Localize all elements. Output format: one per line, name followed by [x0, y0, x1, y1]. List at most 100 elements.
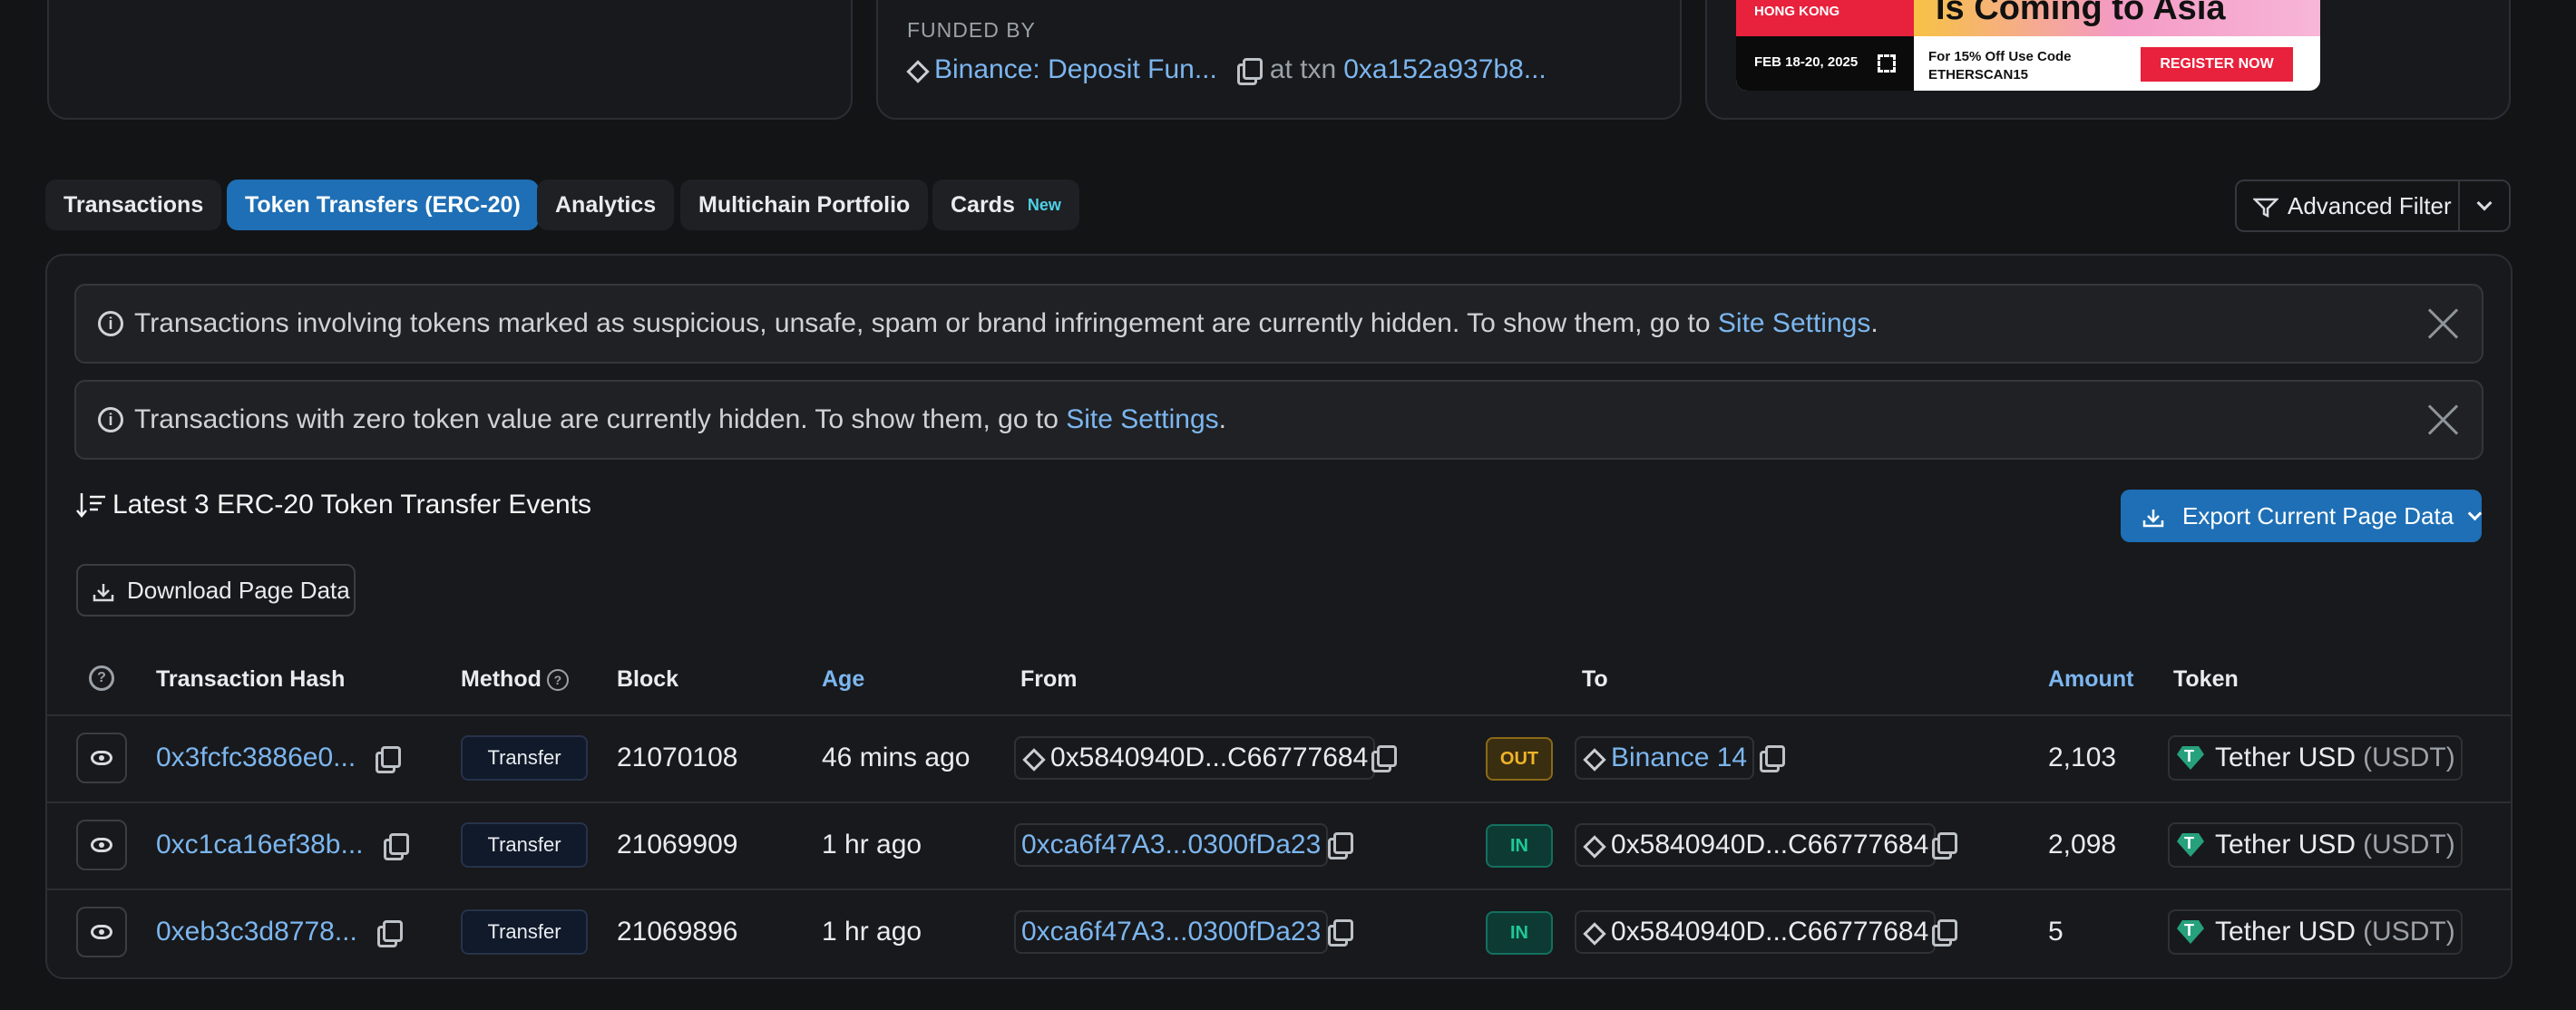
preview-button[interactable] — [76, 820, 127, 870]
txn-hash-link[interactable]: 0xeb3c3d8778... — [156, 917, 357, 947]
funded-by-row: Binance: Deposit Fun... at txn 0xa152a93… — [905, 54, 1547, 85]
preview-button[interactable] — [76, 907, 127, 957]
tab-label: Analytics — [555, 191, 657, 218]
txn-hash-link[interactable]: 0x3fcfc3886e0... — [156, 743, 356, 773]
funded-by-source-link[interactable]: Binance: Deposit Fun... — [934, 54, 1217, 85]
overview-card-left — [47, 0, 853, 120]
method-badge: Transfer — [461, 909, 588, 955]
age-cell: 1 hr ago — [822, 917, 922, 947]
tab-label: Token Transfers (ERC-20) — [245, 191, 521, 218]
method-badge: Transfer — [461, 735, 588, 781]
help-icon[interactable]: ? — [89, 665, 114, 691]
to-address-link[interactable]: Binance 14 — [1611, 743, 1747, 773]
block-link[interactable]: 21069896 — [617, 909, 737, 955]
info-icon: i — [98, 311, 123, 336]
filter-icon — [2251, 196, 2280, 219]
alert-text: Transactions with zero token value are c… — [134, 404, 1067, 434]
copy-icon[interactable] — [1760, 745, 1785, 772]
download-icon — [2142, 506, 2164, 528]
from-address: 0xca6f47A3...0300fDa23 — [1014, 910, 1329, 954]
age-cell: 1 hr ago — [822, 830, 922, 859]
from-address-text[interactable]: 0x5840940D...C66777684 — [1050, 743, 1368, 773]
ad-banner[interactable]: HONG KONG Is Coming to Asia FEB 18-20, 2… — [1736, 0, 2320, 91]
col-from: From — [1020, 666, 1078, 692]
hidden-zero-value-alert: i Transactions with zero token value are… — [74, 380, 2483, 460]
tab-label: Multichain Portfolio — [698, 191, 911, 218]
tab-label: Cards — [951, 191, 1015, 218]
col-amount-toggle[interactable]: Amount — [2048, 666, 2133, 693]
direction-badge-out: OUT — [1486, 737, 1553, 781]
tab-transactions[interactable]: Transactions — [45, 180, 222, 230]
contract-icon — [1021, 747, 1043, 769]
tether-icon — [2175, 833, 2206, 857]
chevron-down-icon — [2467, 506, 2483, 520]
token-link[interactable]: Tether USD (USDT) — [2168, 735, 2463, 781]
block-link[interactable]: 21069909 — [617, 822, 737, 868]
copy-icon[interactable] — [376, 920, 403, 947]
export-current-page-button[interactable]: Export Current Page Data — [2121, 490, 2483, 542]
token-link[interactable]: Tether USD (USDT) — [2168, 909, 2463, 955]
preview-button[interactable] — [76, 733, 127, 783]
advanced-filter-button[interactable]: Advanced Filter — [2235, 180, 2460, 232]
block-link[interactable]: 21070108 — [617, 735, 737, 781]
row-divider — [47, 801, 2511, 803]
copy-icon[interactable] — [1932, 919, 1957, 947]
download-label: Download Page Data — [127, 576, 350, 604]
hash-cell: 0xeb3c3d8778... — [156, 909, 403, 955]
col-age-toggle[interactable]: Age — [822, 666, 864, 693]
advanced-filter-dropdown[interactable] — [2458, 180, 2511, 232]
from-address-link[interactable]: 0xca6f47A3...0300fDa23 — [1021, 830, 1321, 860]
amount-cell: 2,103 — [2048, 743, 2117, 772]
contract-icon — [1582, 834, 1604, 856]
more-info-card: FUNDED BY Binance: Deposit Fun... at txn… — [876, 0, 1682, 120]
method-help-icon[interactable]: ? — [546, 668, 569, 691]
eye-icon — [91, 925, 112, 939]
token-name: Tether USD — [2215, 917, 2356, 947]
copy-icon[interactable] — [1328, 919, 1353, 947]
advanced-filter-label: Advanced Filter — [2288, 191, 2452, 219]
row-divider — [47, 889, 2511, 890]
from-address-link[interactable]: 0xca6f47A3...0300fDa23 — [1021, 917, 1321, 947]
close-icon[interactable] — [2425, 306, 2462, 342]
token-name: Tether USD — [2215, 743, 2356, 772]
tab-multichain-portfolio[interactable]: Multichain Portfolio — [680, 180, 929, 230]
ad-qr-icon — [1878, 54, 1896, 73]
at-txn-label: at txn — [1269, 54, 1337, 84]
col-method-label: Method — [461, 666, 542, 692]
binance-icon — [905, 59, 927, 81]
download-page-data-button[interactable]: Download Page Data — [76, 564, 356, 617]
ad-location: HONG KONG — [1754, 4, 1840, 19]
tab-token-transfers[interactable]: Token Transfers (ERC-20) — [227, 180, 539, 230]
alert-end: . — [1870, 308, 1878, 338]
hidden-suspicious-alert: i Transactions involving tokens marked a… — [74, 284, 2483, 364]
ad-register-button[interactable]: REGISTER NOW — [2141, 47, 2293, 82]
tab-cards[interactable]: Cards New — [932, 180, 1079, 230]
funded-by-label: FUNDED BY — [907, 18, 1036, 42]
hash-cell: 0xc1ca16ef38b... — [156, 822, 409, 868]
copy-icon[interactable] — [1371, 745, 1397, 772]
site-settings-link[interactable]: Site Settings — [1066, 404, 1218, 435]
copy-icon[interactable] — [376, 746, 402, 773]
info-icon: i — [98, 407, 123, 432]
row-divider — [47, 714, 2511, 716]
tab-analytics[interactable]: Analytics — [537, 180, 675, 230]
site-settings-link[interactable]: Site Settings — [1718, 308, 1870, 339]
to-address-text[interactable]: 0x5840940D...C66777684 — [1611, 830, 1928, 860]
copy-icon[interactable] — [1328, 832, 1353, 859]
funded-txn-link[interactable]: 0xa152a937b8... — [1343, 54, 1547, 85]
copy-icon[interactable] — [383, 833, 409, 860]
ad-promo-code: ETHERSCAN15 — [1928, 67, 2029, 83]
to-address: Binance 14 — [1575, 736, 1755, 780]
alert-end: . — [1218, 404, 1226, 434]
txn-hash-link[interactable]: 0xc1ca16ef38b... — [156, 830, 364, 860]
copy-icon[interactable] — [1236, 58, 1263, 85]
amount-cell: 5 — [2048, 917, 2064, 947]
close-icon[interactable] — [2425, 402, 2462, 438]
copy-icon[interactable] — [1932, 832, 1957, 859]
binance-icon — [1582, 747, 1604, 769]
token-symbol: (USDT) — [2363, 743, 2455, 772]
from-address: 0xca6f47A3...0300fDa23 — [1014, 823, 1329, 867]
ad-headline: Is Coming to Asia — [1936, 0, 2226, 27]
to-address-text[interactable]: 0x5840940D...C66777684 — [1611, 917, 1928, 947]
token-link[interactable]: Tether USD (USDT) — [2168, 822, 2463, 868]
